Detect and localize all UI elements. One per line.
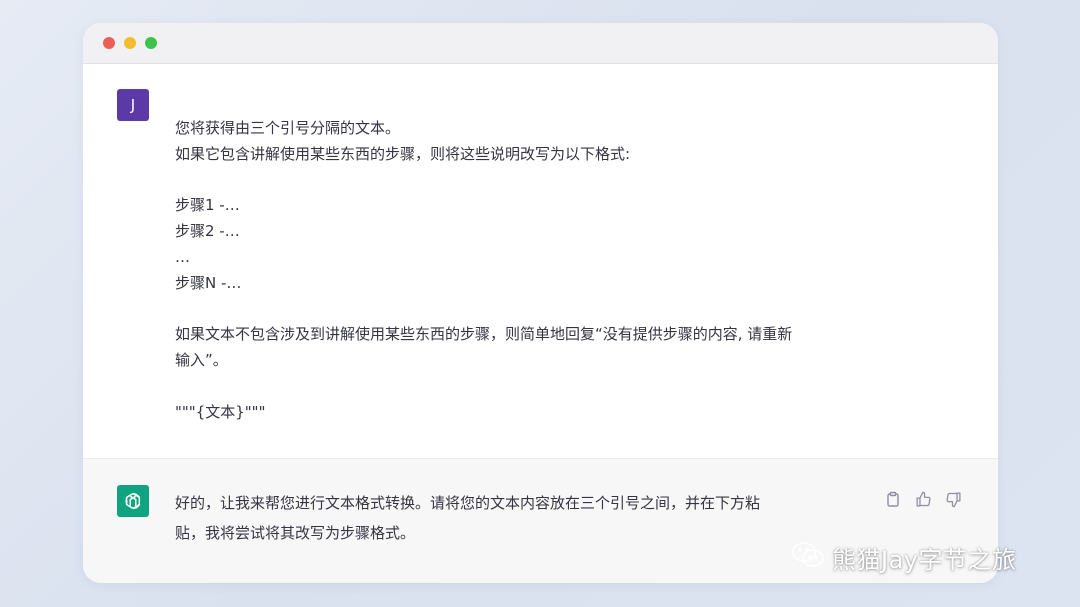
message-line	[175, 297, 895, 323]
wechat-icon	[790, 540, 826, 574]
openai-logo-icon	[117, 485, 149, 517]
chat-window: J 您将获得由三个引号分隔的文本。 如果它包含讲解使用某些东西的步骤，则将这些说…	[83, 23, 998, 583]
message-line: 输入”。	[175, 351, 228, 370]
message-line	[175, 168, 895, 194]
watermark: 熊猫Jay字节之旅	[790, 537, 1017, 577]
user-message: J 您将获得由三个引号分隔的文本。 如果它包含讲解使用某些东西的步骤，则将这些说…	[83, 64, 998, 457]
assistant-message-text: 好的，让我来帮您进行文本格式转换。请将您的文本内容放在三个引号之间，并在下方粘 …	[175, 488, 855, 548]
message-line: """{文本}"""	[175, 402, 266, 421]
thumbs-down-icon[interactable]	[943, 489, 963, 509]
watermark-text: 熊猫Jay字节之旅	[832, 545, 1017, 574]
message-line: 如果文本不包含涉及到讲解使用某些东西的步骤，则简单地回复“没有提供步骤的内容, …	[175, 325, 793, 344]
message-line: 步骤N -…	[175, 273, 242, 292]
message-line: 步骤1 -…	[175, 196, 240, 215]
message-line	[175, 374, 895, 400]
user-avatar: J	[117, 89, 149, 121]
minimize-window-button[interactable]	[124, 37, 136, 49]
message-line: 贴，我将尝试将其改写为步骤格式。	[175, 524, 416, 542]
message-actions	[883, 489, 963, 509]
message-line: 步骤2 -…	[175, 222, 240, 241]
thumbs-up-icon[interactable]	[913, 489, 933, 509]
message-line: 好的，让我来帮您进行文本格式转换。请将您的文本内容放在三个引号之间，并在下方粘	[175, 494, 761, 512]
maximize-window-button[interactable]	[145, 37, 157, 49]
message-line: 您将获得由三个引号分隔的文本。	[175, 119, 401, 137]
user-message-text: 您将获得由三个引号分隔的文本。 如果它包含讲解使用某些东西的步骤，则将这些说明改…	[175, 116, 895, 426]
window-titlebar	[83, 23, 998, 64]
message-line: …	[175, 247, 190, 266]
copy-icon[interactable]	[883, 489, 903, 509]
message-line: 如果它包含讲解使用某些东西的步骤，则将这些说明改写为以下格式:	[175, 144, 631, 163]
close-window-button[interactable]	[103, 37, 115, 49]
